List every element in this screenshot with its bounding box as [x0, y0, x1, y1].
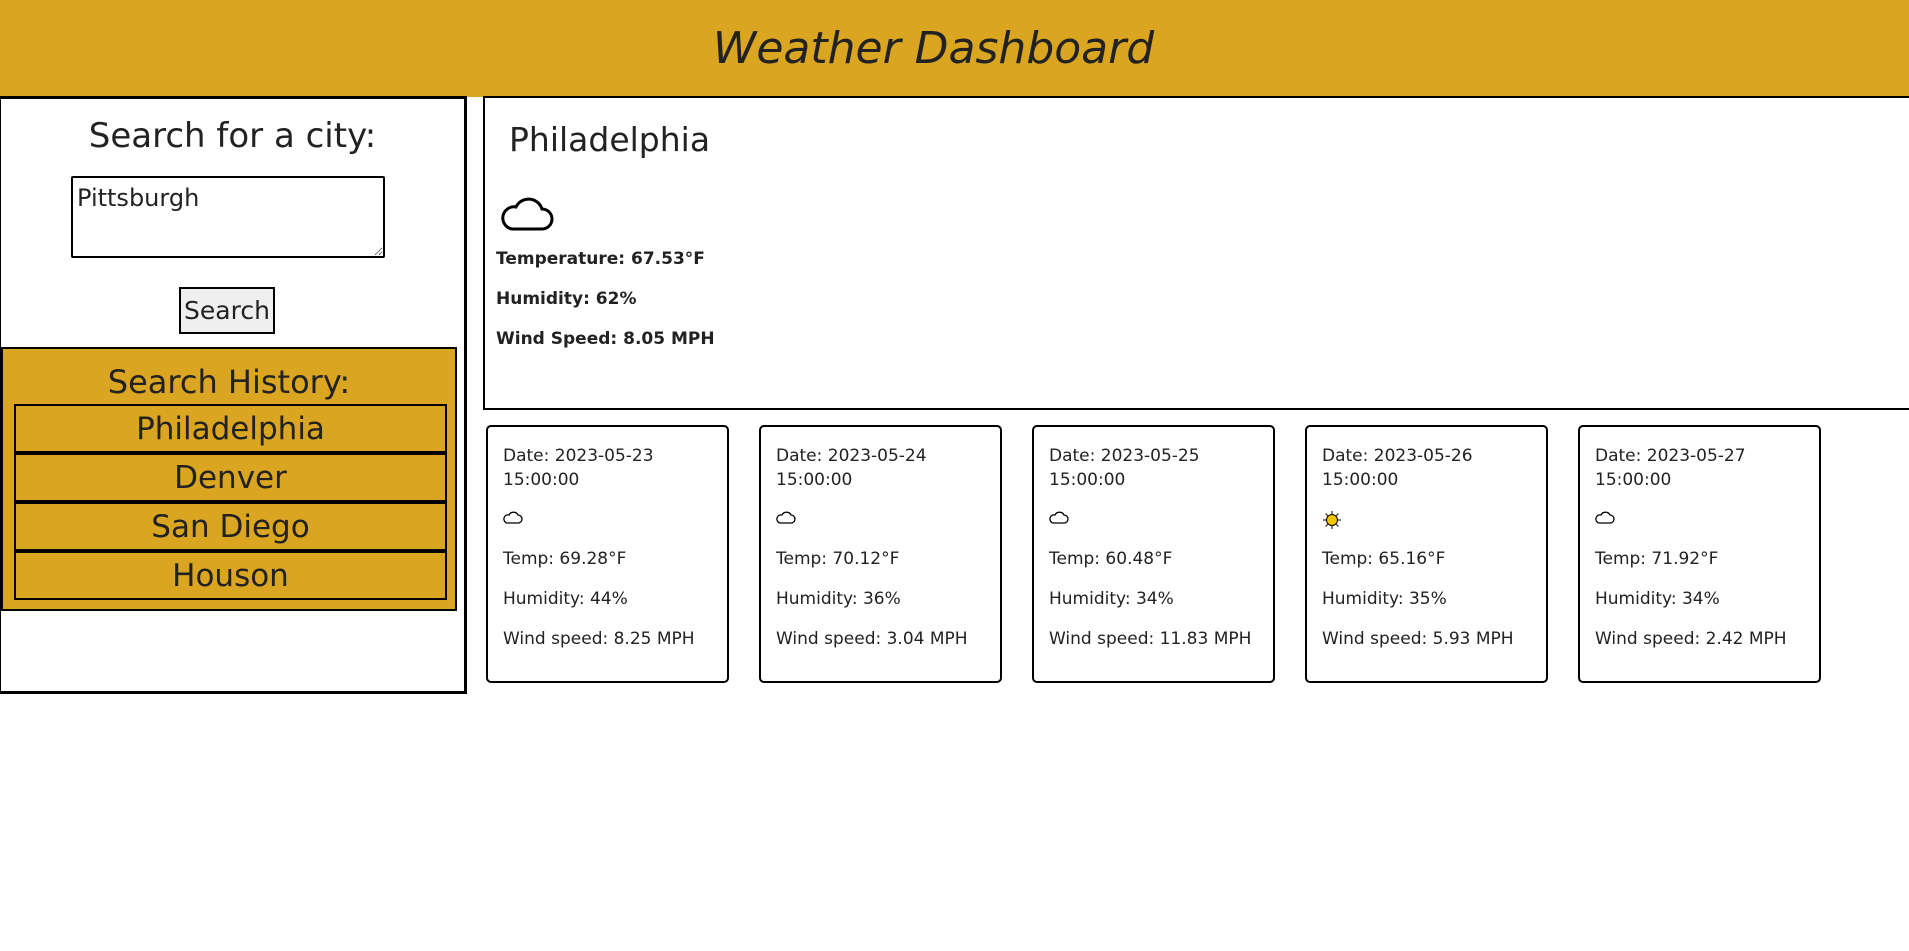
forecast-card: Date: 2023-05-27 15:00:00 Temp: 71.92°F …: [1578, 425, 1821, 683]
forecast-humidity: Humidity: 36%: [776, 589, 901, 609]
forecast-humidity: Humidity: 34%: [1595, 589, 1720, 609]
city-search-input[interactable]: [71, 176, 385, 258]
forecast-temp: Temp: 65.16°F: [1322, 549, 1446, 569]
forecast-date: Date: 2023-05-26 15:00:00: [1322, 446, 1473, 490]
search-history-list: Philadelphia Denver San Diego Houson: [14, 404, 447, 600]
forecast-card: Date: 2023-05-23 15:00:00 Temp: 69.28°F …: [486, 425, 729, 683]
forecast-wind: Wind speed: 8.25 MPH: [503, 629, 695, 649]
page-title: Weather Dashboard: [712, 23, 1155, 74]
forecast-temp: Temp: 69.28°F: [503, 549, 627, 569]
search-history-panel: Search History: Philadelphia Denver San …: [1, 347, 457, 611]
forecast-card: Date: 2023-05-25 15:00:00 Temp: 60.48°F …: [1032, 425, 1275, 683]
cloud-icon: [1595, 510, 1615, 529]
history-item-philadelphia[interactable]: Philadelphia: [14, 404, 447, 453]
current-temperature: Temperature: 67.53°F: [496, 249, 705, 269]
forecast-wind: Wind speed: 2.42 MPH: [1595, 629, 1787, 649]
forecast-wind: Wind speed: 3.04 MPH: [776, 629, 968, 649]
forecast-temp: Temp: 70.12°F: [776, 549, 900, 569]
history-item-denver[interactable]: Denver: [14, 453, 447, 502]
forecast-wind: Wind speed: 11.83 MPH: [1049, 629, 1252, 649]
forecast-date: Date: 2023-05-27 15:00:00: [1595, 446, 1746, 490]
sun-icon: [1322, 510, 1342, 534]
search-panel: Search for a city: Search Search History…: [0, 96, 467, 694]
cloud-icon: [503, 510, 523, 529]
forecast-wind: Wind speed: 5.93 MPH: [1322, 629, 1514, 649]
cloud-icon: [776, 510, 796, 529]
cloud-icon: [1049, 510, 1069, 529]
forecast-humidity: Humidity: 44%: [503, 589, 628, 609]
current-wind-speed: Wind Speed: 8.05 MPH: [496, 329, 715, 349]
history-item-san-diego[interactable]: San Diego: [14, 502, 447, 551]
page-header: Weather Dashboard: [0, 0, 1909, 97]
forecast-date: Date: 2023-05-25 15:00:00: [1049, 446, 1200, 490]
search-button[interactable]: Search: [179, 287, 275, 334]
search-title: Search for a city:: [88, 116, 377, 156]
current-city-name: Philadelphia: [509, 120, 711, 159]
search-history-title: Search History:: [107, 363, 351, 401]
forecast-temp: Temp: 60.48°F: [1049, 549, 1173, 569]
current-humidity: Humidity: 62%: [496, 289, 637, 309]
forecast-temp: Temp: 71.92°F: [1595, 549, 1719, 569]
forecast-humidity: Humidity: 35%: [1322, 589, 1447, 609]
forecast-date: Date: 2023-05-23 15:00:00: [503, 446, 654, 490]
cloud-icon: [500, 196, 554, 236]
history-item-houson[interactable]: Houson: [14, 551, 447, 600]
forecast-card: Date: 2023-05-26 15:00:00 Temp: 65.16°F …: [1305, 425, 1548, 683]
current-weather-panel: Philadelphia Temperature: 67.53°F Humidi…: [483, 96, 1909, 410]
forecast-date: Date: 2023-05-24 15:00:00: [776, 446, 927, 490]
forecast-humidity: Humidity: 34%: [1049, 589, 1174, 609]
forecast-card: Date: 2023-05-24 15:00:00 Temp: 70.12°F …: [759, 425, 1002, 683]
